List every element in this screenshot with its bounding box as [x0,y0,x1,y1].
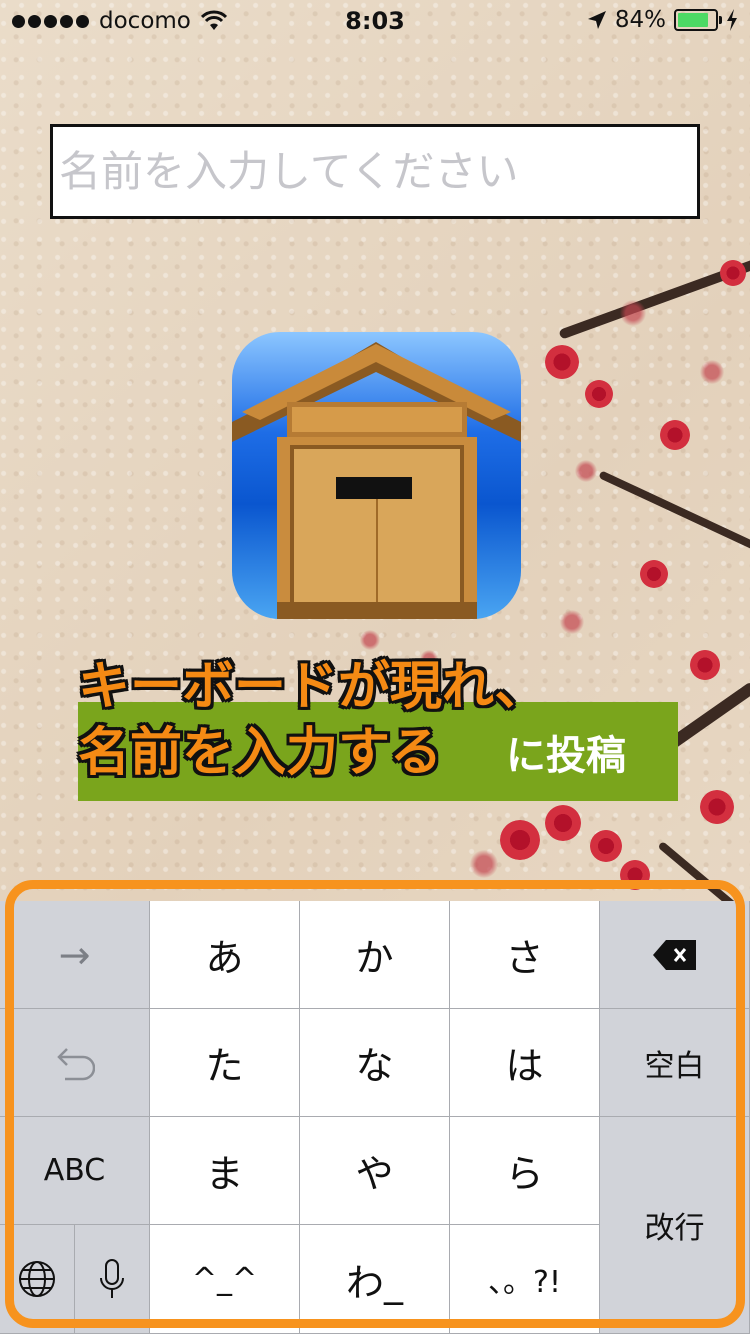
key-label: ABC [43,1153,106,1188]
name-input[interactable] [50,124,700,219]
key-ma[interactable]: ま [150,1117,300,1225]
key-sa[interactable]: さ [450,901,600,1009]
globe-icon [19,1261,55,1297]
annotation-callout: キーボードが現れ、 名前を入力する [78,657,547,783]
key-label: な [355,1044,394,1088]
key-label: わ_ [345,1260,403,1305]
delete-key[interactable] [600,901,750,1009]
key-label: あ [205,936,244,980]
key-ra[interactable]: ら [450,1117,600,1225]
delete-icon [652,939,696,970]
location-arrow-icon [587,11,606,29]
mailbox-icon [232,332,521,619]
arrow-right-icon: → [58,932,91,977]
key-wa[interactable]: わ_ [300,1225,450,1334]
key-label: さ [505,936,544,980]
charging-bolt-icon [727,9,737,31]
key-ya[interactable]: や [300,1117,450,1225]
undo-key[interactable] [0,1009,150,1117]
next-candidate-key[interactable]: → [0,901,150,1009]
key-label: 、。?! [488,1265,561,1300]
key-a[interactable]: あ [150,901,300,1009]
key-label: 空白 [644,1048,705,1084]
key-label: か [355,936,394,980]
key-na[interactable]: な [300,1009,450,1117]
key-label: ら [505,1152,544,1196]
battery-icon [674,9,722,31]
key-punctuation[interactable]: 、。?! [450,1225,600,1334]
key-ta[interactable]: た [150,1009,300,1117]
return-key[interactable]: 改行 [600,1117,750,1334]
globe-key[interactable] [0,1225,75,1334]
key-label: や [355,1152,394,1196]
japanese-keyboard: → あ か さ た な は 空白 ABC ま や ら 改行 ^_^ わ_ 、。?… [0,901,750,1334]
key-ka[interactable]: か [300,901,450,1009]
key-label: ま [205,1152,244,1196]
undo-icon [56,1047,95,1080]
key-label: ^_^ [191,1261,258,1297]
key-label: は [505,1044,544,1088]
key-label: た [205,1044,244,1088]
abc-key[interactable]: ABC [0,1117,150,1225]
space-key[interactable]: 空白 [600,1009,750,1117]
status-bar: docomo 8:03 84% [0,0,750,40]
microphone-icon [100,1259,124,1298]
key-ha[interactable]: は [450,1009,600,1117]
key-emoticon[interactable]: ^_^ [150,1225,300,1334]
key-label: 改行 [644,1211,705,1246]
microphone-key[interactable] [75,1225,150,1334]
battery-percent: 84% [614,7,666,33]
